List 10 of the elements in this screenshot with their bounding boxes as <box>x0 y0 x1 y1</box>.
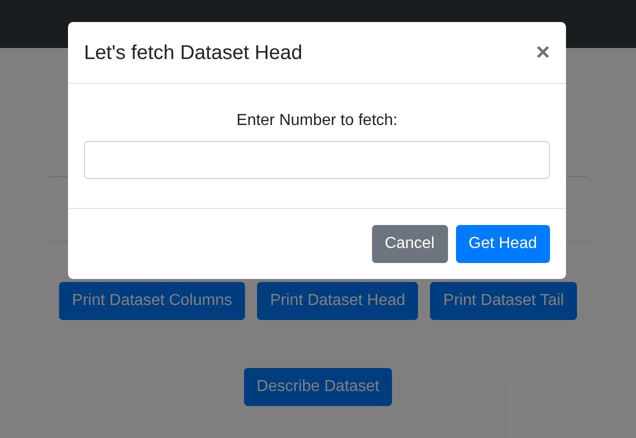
dataset-button[interactable]: Print Dataset Columns <box>59 282 246 320</box>
cancel-button[interactable]: Cancel <box>372 225 448 263</box>
field-label: Enter Number to fetch: <box>236 111 398 131</box>
describe-dataset-button[interactable]: Describe Dataset <box>244 368 392 406</box>
modal-title: Let's fetch Dataset Head <box>84 40 302 66</box>
dataset-button[interactable]: Print Dataset Tail <box>430 282 577 320</box>
dataset-button[interactable]: Print Dataset Head <box>257 282 418 320</box>
submit-button[interactable]: Get Head <box>456 225 550 263</box>
number-input-field[interactable] <box>84 141 550 179</box>
close-button[interactable]: × <box>536 40 550 64</box>
